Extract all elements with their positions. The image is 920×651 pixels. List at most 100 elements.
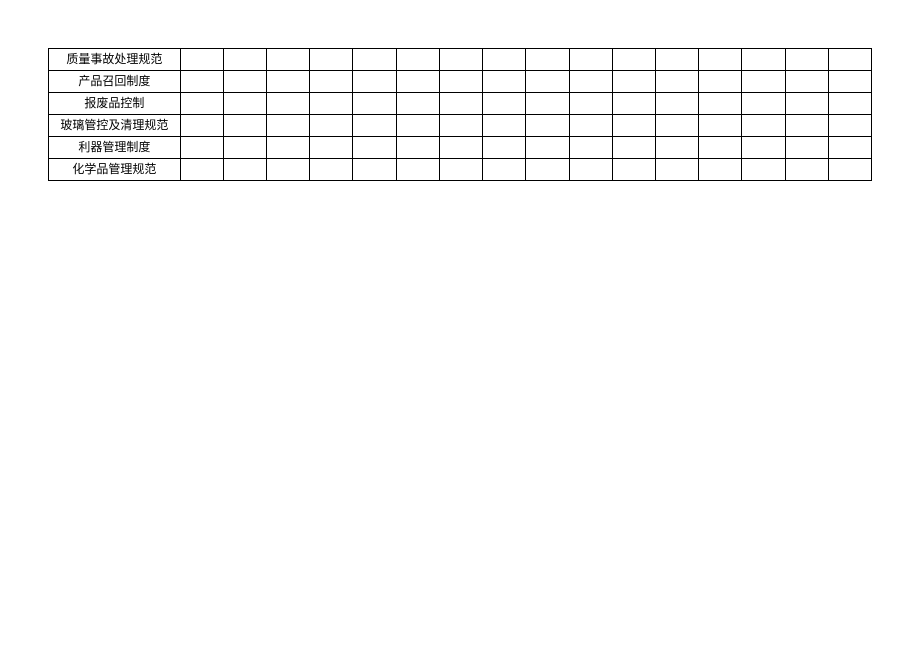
data-cell (267, 137, 310, 159)
data-cell (699, 93, 742, 115)
data-cell (310, 93, 353, 115)
data-cell (483, 115, 526, 137)
data-cell (569, 49, 612, 71)
row-label: 产品召回制度 (49, 71, 181, 93)
data-cell (353, 137, 396, 159)
data-cell (439, 93, 482, 115)
data-cell (612, 49, 655, 71)
data-cell (223, 115, 266, 137)
data-cell (742, 115, 785, 137)
data-cell (267, 93, 310, 115)
data-cell (655, 49, 698, 71)
data-cell (483, 137, 526, 159)
data-cell (223, 49, 266, 71)
data-cell (439, 137, 482, 159)
data-cell (353, 115, 396, 137)
row-label: 利器管理制度 (49, 137, 181, 159)
data-cell (569, 115, 612, 137)
data-cell (353, 71, 396, 93)
data-cell (699, 159, 742, 181)
data-cell (828, 159, 871, 181)
row-label: 报废品控制 (49, 93, 181, 115)
data-cell (526, 115, 569, 137)
row-label: 玻璃管控及清理规范 (49, 115, 181, 137)
data-cell (526, 93, 569, 115)
table-row: 玻璃管控及清理规范 (49, 115, 872, 137)
data-cell (396, 49, 439, 71)
data-cell (439, 159, 482, 181)
data-cell (223, 137, 266, 159)
data-cell (569, 93, 612, 115)
compliance-table: 质量事故处理规范产品召回制度报废品控制玻璃管控及清理规范利器管理制度化学品管理规… (48, 48, 872, 181)
data-cell (612, 93, 655, 115)
data-cell (742, 49, 785, 71)
data-cell (785, 137, 828, 159)
data-cell (267, 71, 310, 93)
data-cell (180, 93, 223, 115)
table-row: 化学品管理规范 (49, 159, 872, 181)
data-cell (828, 115, 871, 137)
data-cell (439, 49, 482, 71)
data-cell (526, 71, 569, 93)
data-cell (310, 115, 353, 137)
data-cell (483, 71, 526, 93)
data-cell (180, 71, 223, 93)
data-cell (742, 137, 785, 159)
table-row: 产品召回制度 (49, 71, 872, 93)
data-cell (699, 49, 742, 71)
data-cell (785, 93, 828, 115)
data-cell (310, 137, 353, 159)
data-cell (828, 49, 871, 71)
data-cell (396, 71, 439, 93)
data-cell (699, 115, 742, 137)
data-cell (180, 115, 223, 137)
table-row: 利器管理制度 (49, 137, 872, 159)
data-cell (353, 49, 396, 71)
data-cell (742, 159, 785, 181)
table-row: 报废品控制 (49, 93, 872, 115)
data-cell (612, 115, 655, 137)
data-cell (223, 159, 266, 181)
data-cell (267, 115, 310, 137)
data-cell (396, 115, 439, 137)
data-cell (310, 159, 353, 181)
data-cell (180, 159, 223, 181)
data-cell (828, 71, 871, 93)
data-cell (180, 137, 223, 159)
data-cell (526, 137, 569, 159)
data-cell (612, 159, 655, 181)
data-cell (526, 159, 569, 181)
data-cell (612, 137, 655, 159)
data-cell (655, 115, 698, 137)
data-cell (742, 71, 785, 93)
data-cell (439, 71, 482, 93)
data-cell (828, 137, 871, 159)
data-cell (223, 93, 266, 115)
data-cell (569, 71, 612, 93)
data-cell (396, 137, 439, 159)
data-cell (785, 71, 828, 93)
row-label: 化学品管理规范 (49, 159, 181, 181)
data-cell (223, 71, 266, 93)
table-body: 质量事故处理规范产品召回制度报废品控制玻璃管控及清理规范利器管理制度化学品管理规… (49, 49, 872, 181)
data-cell (526, 49, 569, 71)
data-cell (699, 137, 742, 159)
data-cell (353, 93, 396, 115)
data-cell (396, 93, 439, 115)
data-cell (655, 137, 698, 159)
data-cell (353, 159, 396, 181)
data-cell (655, 71, 698, 93)
data-cell (785, 49, 828, 71)
data-cell (396, 159, 439, 181)
data-cell (267, 49, 310, 71)
data-cell (612, 71, 655, 93)
row-label: 质量事故处理规范 (49, 49, 181, 71)
data-cell (785, 115, 828, 137)
data-cell (483, 159, 526, 181)
data-cell (569, 159, 612, 181)
data-cell (439, 115, 482, 137)
data-cell (483, 93, 526, 115)
data-cell (310, 49, 353, 71)
data-cell (483, 49, 526, 71)
data-cell (655, 93, 698, 115)
